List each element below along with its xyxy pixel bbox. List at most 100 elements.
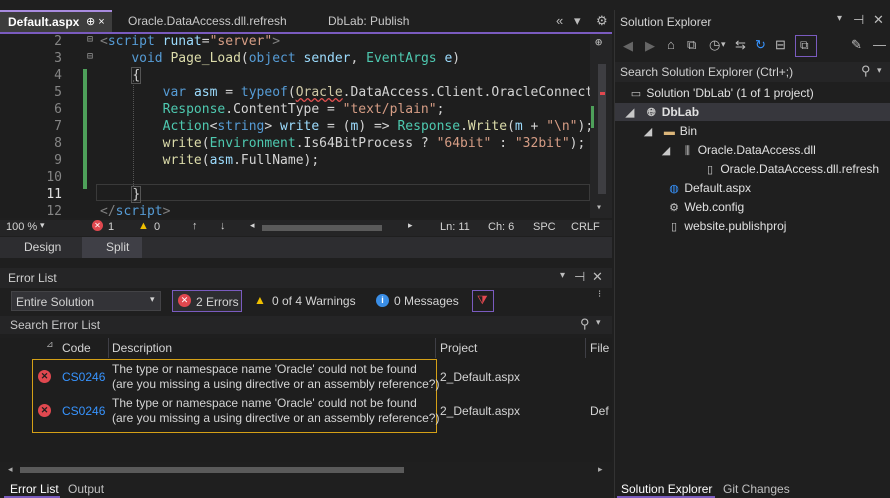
column-divider[interactable] — [435, 338, 436, 358]
warning-count[interactable]: 0 — [154, 221, 160, 233]
tab-default-aspx[interactable]: Default.aspx ⊕ × — [0, 10, 112, 32]
forward-icon[interactable]: ▶ — [645, 38, 655, 54]
wrench-icon[interactable]: ✎ — [851, 37, 862, 53]
pin-icon[interactable]: ⊣ — [853, 12, 864, 28]
chevron-down-icon[interactable]: ▾ — [574, 13, 581, 29]
close-icon[interactable]: ✕ — [592, 269, 603, 285]
chevron-down-icon[interactable]: ▾ — [40, 220, 45, 231]
tree-item-dblab[interactable]: ◢ 🌐︎ DbLab — [615, 103, 890, 121]
arrow-up-icon[interactable]: ↑ — [192, 220, 198, 232]
table-row[interactable]: ✕ CS0246 The type or namespace name 'Ora… — [0, 360, 612, 394]
expand-icon[interactable]: ◢ — [641, 123, 655, 141]
sort-icon[interactable]: ⊿ — [46, 339, 54, 350]
error-code-link[interactable]: CS0246 — [62, 404, 105, 418]
tab-pin-close-icons[interactable]: ⊕ × — [86, 12, 105, 32]
chevron-right-icon[interactable]: ▸ — [598, 464, 603, 475]
search-icon[interactable]: ⚲ — [861, 63, 871, 79]
pin-icon[interactable]: ⊣ — [574, 269, 585, 285]
filter-button[interactable]: ⧩ — [472, 290, 494, 312]
chevron-left-icon[interactable]: ◂ — [8, 464, 13, 475]
tree-item-default-aspx[interactable]: ◍ Default.aspx — [667, 179, 751, 197]
chevron-down-icon[interactable]: ▾ — [877, 65, 882, 76]
back-icon[interactable]: ◀ — [623, 38, 633, 54]
line-indicator[interactable]: Ln: 11 — [440, 221, 470, 233]
tree-item-publishproj[interactable]: ▯ website.publishproj — [667, 217, 786, 235]
switch-views-icon[interactable]: ⧉ — [687, 37, 696, 53]
chevron-down-icon[interactable]: ▾ — [837, 13, 842, 24]
tree-item-bin[interactable]: ◢ ▬ Bin — [641, 122, 697, 140]
tree-item-oracle-dll[interactable]: ◢ ⫼ Oracle.DataAccess.dll — [659, 141, 816, 159]
grid-header: ⊿ Code Description Project File — [0, 338, 612, 358]
error-project: 2_Default.aspx — [440, 404, 521, 418]
library-icon: ⫼ — [684, 145, 690, 157]
chevron-left-icon[interactable]: ◂ — [250, 220, 255, 231]
split-icon[interactable]: ⊕ — [595, 35, 602, 49]
column-divider[interactable] — [585, 338, 586, 358]
line-number: 5 — [54, 85, 62, 100]
change-margin — [83, 69, 87, 189]
errors-filter-button[interactable]: ✕ 2 Errors — [172, 290, 242, 312]
refresh-icon[interactable]: ↻ — [755, 37, 766, 53]
solution-search[interactable]: Search Solution Explorer (Ctrl+;) ⚲ ▾ — [615, 62, 890, 82]
tab-git-changes[interactable]: Git Changes — [723, 482, 790, 496]
column-divider[interactable] — [108, 338, 109, 358]
chevron-down-icon[interactable]: ▾ — [596, 317, 601, 328]
editor-vertical-scrollbar[interactable]: ⊕ ▾ — [590, 34, 612, 218]
scrollbar-thumb[interactable] — [20, 467, 404, 473]
editor-status-bar: 100 % ▾ ✕ 1 ▲ 0 ↑ ↓ ◂ ▸ Ln: 11 Ch: 6 SPC… — [0, 220, 612, 236]
error-list-search[interactable]: Search Error List ⚲ ▾ — [0, 316, 612, 334]
column-indicator[interactable]: Ch: 6 — [488, 221, 514, 233]
arrow-down-icon[interactable]: ↓ — [220, 220, 226, 232]
collapse-icon[interactable]: ⊟ — [87, 34, 93, 45]
split-view-tab[interactable]: Split — [82, 237, 142, 258]
sync-icon[interactable]: ⇆ — [735, 37, 746, 53]
tab-label: Default.aspx — [8, 15, 80, 29]
chevron-down-icon[interactable]: ▾ — [721, 39, 726, 50]
collapse-all-icon[interactable]: ⊟ — [775, 37, 786, 53]
chevron-right-icon[interactable]: ▸ — [408, 220, 413, 231]
chevron-down-icon[interactable]: ▾ — [596, 202, 602, 213]
table-row[interactable]: ✕ CS0246 The type or namespace name 'Ora… — [0, 394, 612, 428]
tab-dblab-publish[interactable]: DbLab: Publish — [320, 10, 450, 32]
search-input[interactable]: Search Solution Explorer (Ctrl+;) — [620, 65, 793, 79]
warnings-filter-button[interactable]: ▲ 0 of 4 Warnings — [250, 290, 362, 312]
error-code-link[interactable]: CS0246 — [62, 370, 105, 384]
error-list-hscrollbar[interactable]: ◂ ▸ — [0, 464, 612, 476]
tree-item-solution[interactable]: ▭ Solution 'DbLab' (1 of 1 project) — [629, 84, 814, 102]
messages-filter-button[interactable]: i 0 Messages — [372, 290, 460, 312]
column-description[interactable]: Description — [112, 341, 172, 355]
column-file[interactable]: File — [590, 341, 609, 355]
line-ending-indicator[interactable]: CRLF — [571, 221, 600, 233]
column-project[interactable]: Project — [440, 341, 477, 355]
expand-icon[interactable]: ◢ — [623, 104, 637, 122]
expand-icon[interactable]: ◢ — [659, 142, 673, 160]
tree-item-web-config[interactable]: ⚙ Web.config — [667, 198, 744, 216]
code-editor[interactable]: 2 3 4 5 6 7 8 9 10 11 12 ⊟ ⊟ <script run… — [0, 34, 612, 219]
history-icon[interactable]: ◷ — [709, 37, 720, 53]
home-icon[interactable]: ⌂ — [667, 37, 675, 52]
tab-output[interactable]: Output — [68, 482, 104, 496]
tree-item-oracle-refresh[interactable]: ▯ Oracle.DataAccess.dll.refresh — [703, 160, 879, 178]
error-count[interactable]: 1 — [108, 221, 114, 233]
tab-oracle-refresh[interactable]: Oracle.DataAccess.dll.refresh — [120, 10, 310, 32]
close-icon[interactable]: ✕ — [873, 12, 884, 28]
whitespace-indicator[interactable]: SPC — [533, 221, 556, 233]
horizontal-scrollbar[interactable] — [262, 225, 382, 231]
toolbar-overflow-icon[interactable]: ⁝ — [598, 289, 601, 300]
scope-dropdown[interactable]: Entire Solution ▾ — [11, 291, 161, 311]
chevron-down-icon[interactable]: ▾ — [560, 270, 565, 281]
design-view-tab[interactable]: Design — [24, 240, 61, 254]
collapse-icon[interactable]: ⊟ — [87, 51, 93, 62]
scrollbar-thumb[interactable] — [598, 64, 606, 194]
warnings-filter-label: 0 of 4 Warnings — [272, 294, 356, 308]
tab-solution-explorer[interactable]: Solution Explorer — [617, 479, 715, 498]
show-all-files-button[interactable]: ⧉ — [795, 35, 817, 57]
search-icon[interactable]: ⚲ — [580, 316, 590, 332]
zoom-level[interactable]: 100 % — [6, 221, 37, 233]
tab-error-list[interactable]: Error List — [4, 479, 60, 498]
collapse-icon[interactable]: — — [873, 37, 886, 52]
tab-overflow-icon[interactable]: « — [556, 13, 563, 28]
settings-icon[interactable]: ⚙ — [596, 13, 608, 29]
search-input[interactable]: Search Error List — [10, 318, 100, 332]
column-code[interactable]: Code — [62, 341, 91, 355]
